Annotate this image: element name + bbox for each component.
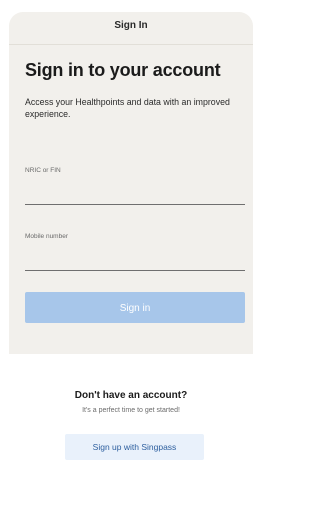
page-heading: Sign in to your account <box>25 60 221 80</box>
sheet-title: Sign In <box>114 20 148 31</box>
signin-sheet: Sign In Sign in to your account Access y… <box>9 12 253 532</box>
mobile-number-input[interactable] <box>25 250 245 271</box>
nric-field-label: NRIC or FIN <box>25 167 61 174</box>
header-divider <box>9 44 253 45</box>
nric-input[interactable] <box>25 184 245 205</box>
signup-heading: Don't have an account? <box>74 390 188 401</box>
singpass-signup-button[interactable]: Sign up with Singpass <box>65 434 204 460</box>
page-description: Access your Healthpoints and data with a… <box>25 97 230 119</box>
signup-subtext: It's a perfect time to get started! <box>82 407 180 414</box>
signin-form-area: Sign In Sign in to your account Access y… <box>9 12 253 354</box>
mobile-field-label: Mobile number <box>25 233 68 240</box>
sign-in-button[interactable]: Sign in <box>25 292 245 323</box>
